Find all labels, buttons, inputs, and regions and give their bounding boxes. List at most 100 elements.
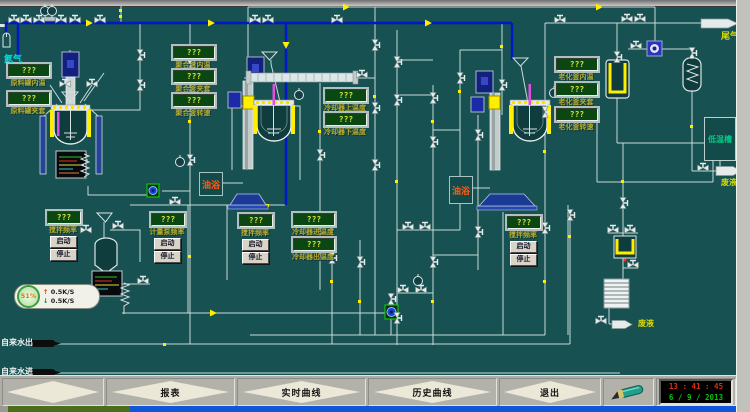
led-stir3-freq: ??? — [507, 216, 541, 229]
valve-icon — [357, 257, 365, 268]
valve-icon — [430, 137, 438, 148]
valve-icon — [372, 40, 380, 51]
valve-icon — [625, 226, 636, 234]
led-raw-jacket: ??? — [8, 92, 50, 105]
led-aging-jacket: ??? — [556, 83, 598, 96]
valve-icon — [403, 223, 414, 231]
oil-bath-box: 油浴 — [449, 176, 473, 204]
led-stir2-freq: ??? — [239, 214, 273, 227]
nav-cell-report: 报表 — [106, 378, 235, 406]
piping-diagram — [0, 0, 750, 412]
valve-icon — [372, 160, 380, 171]
meterpump-stop-button[interactable]: 停止 — [154, 251, 181, 263]
valve-icon — [187, 155, 195, 166]
gauge-icon — [176, 155, 185, 167]
valve-icon — [137, 80, 145, 91]
led-label: 冷却器进温度 — [292, 227, 334, 237]
valve-icon — [635, 15, 646, 23]
up-arrow-icon: ↑ — [43, 288, 48, 296]
nav-cell-pen — [603, 378, 654, 406]
valve-icon — [622, 15, 633, 23]
led-aging-speed: ??? — [556, 108, 598, 121]
led-meterpump-freq: ??? — [151, 213, 185, 226]
led-label: 冷却器出温度 — [292, 252, 334, 262]
valve-icon — [475, 130, 483, 141]
clock-time: 13 : 41 : 45 — [661, 381, 731, 392]
valve-icon — [631, 42, 642, 50]
pen-icon[interactable] — [607, 380, 651, 404]
valve-icon — [170, 198, 181, 206]
low-temp-tank: 低温槽 — [704, 117, 736, 161]
valve-icon — [394, 57, 402, 68]
valve-icon — [608, 226, 619, 234]
jacketed-vessel — [606, 60, 629, 98]
led-label: 原料罐内温 — [11, 78, 46, 88]
stand-base — [230, 194, 266, 205]
valve-icon — [398, 286, 409, 294]
stir3-start-button[interactable]: 启动 — [510, 241, 537, 253]
stir3-stop-button[interactable]: 停止 — [510, 254, 537, 266]
stir1-start-button[interactable]: 启动 — [50, 236, 77, 248]
valve-icon — [388, 294, 396, 305]
oil-bath-box: 油浴 — [199, 172, 223, 196]
valve-icon — [555, 16, 566, 24]
nav-blank-button[interactable] — [7, 381, 99, 403]
nav-cell-exit: 退出 — [499, 378, 601, 406]
led-label: 聚合釜内温 — [176, 60, 211, 70]
pump-icon — [647, 41, 662, 56]
taskbar-strip — [130, 406, 736, 412]
valve-icon — [430, 257, 438, 268]
nav-cell-blank — [2, 378, 104, 406]
led-poly-temp: ??? — [173, 46, 215, 59]
valve-icon — [137, 50, 145, 61]
stir2-start-button[interactable]: 启动 — [242, 239, 269, 251]
nav-report-button[interactable]: 报表 — [112, 381, 229, 403]
valve-icon — [457, 73, 465, 84]
heat-exchanger — [604, 279, 629, 308]
down-rate-value: 0.5K/S — [51, 297, 75, 305]
valve-icon — [420, 223, 431, 231]
valve-icon — [499, 80, 507, 91]
nav-realtime-curve-button[interactable]: 实时曲线 — [243, 381, 360, 403]
taskbar-button[interactable] — [8, 406, 130, 412]
pump-icon — [385, 305, 398, 319]
led-raw-temp: ??? — [8, 64, 50, 77]
led-label: 搅拌频率 — [241, 228, 269, 238]
led-label: 计量泵频率 — [150, 227, 185, 237]
led-label: 聚合釜夹套 — [176, 84, 211, 94]
outlet-capsules — [30, 19, 742, 376]
waste-liquid-label: 废液 — [638, 318, 654, 329]
led-cooler-upper: ??? — [325, 89, 367, 102]
up-rate-value: 0.5K/S — [51, 288, 75, 296]
stand-base — [479, 194, 535, 206]
led-aging-temp: ??? — [556, 58, 598, 71]
led-cooler-out: ??? — [293, 238, 335, 251]
valve-icon — [372, 103, 380, 114]
led-poly-speed: ??? — [173, 94, 215, 107]
waste-liquid-label: 废液 — [721, 177, 737, 188]
clock-date: 6 / 9 / 2013 — [661, 392, 731, 403]
ramp-rate-gauge: 51% ↑ 0.5K/S ↓ 0.5K/S — [14, 284, 100, 309]
nav-cell-history: 历史曲线 — [368, 378, 497, 406]
led-stir1-freq: ??? — [47, 211, 81, 224]
valve-icon — [698, 164, 709, 172]
bottom-nav-bar: 报表 实时曲线 历史曲线 退出 13 : 41 : 45 6 / — [0, 375, 736, 408]
led-label: 老化釜夹套 — [559, 97, 594, 107]
led-label: 原料罐夹套 — [11, 106, 46, 116]
nav-cell-realtime: 实时曲线 — [237, 378, 366, 406]
tap-water-out-label: 自来水出 — [1, 337, 33, 348]
valve-icon — [113, 222, 124, 230]
led-label: 老化釜内温 — [559, 72, 594, 82]
nav-history-curve-button[interactable]: 历史曲线 — [374, 381, 491, 403]
stir1-stop-button[interactable]: 停止 — [50, 249, 77, 261]
valve-icon — [81, 226, 92, 234]
spring-icon — [121, 283, 129, 314]
stir2-stop-button[interactable]: 停止 — [242, 252, 269, 264]
nav-cell-clock: 13 : 41 : 45 6 / 9 / 2013 — [656, 378, 736, 406]
led-label: 聚合釜转速 — [176, 108, 211, 118]
valve-icon — [394, 95, 402, 106]
nav-exit-button[interactable]: 退出 — [504, 381, 596, 403]
meterpump-start-button[interactable]: 启动 — [154, 238, 181, 250]
nitrogen-label: 氮气 — [4, 52, 22, 65]
valve-icon — [317, 150, 325, 161]
